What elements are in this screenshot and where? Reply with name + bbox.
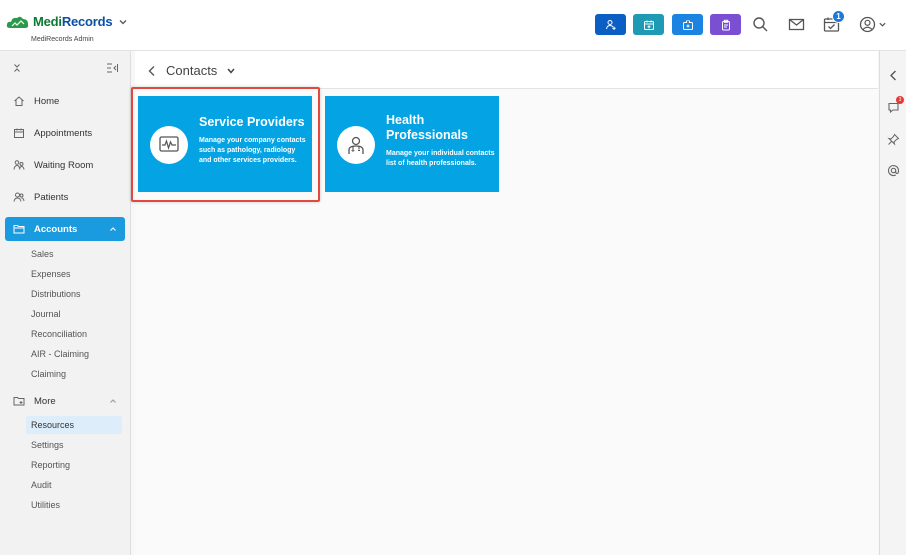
page-title: Contacts [166, 63, 218, 78]
breadcrumb: Contacts [135, 51, 878, 89]
card-icon-circle [337, 126, 375, 164]
user-account-icon [859, 16, 876, 32]
chevron-up-icon[interactable] [109, 225, 117, 233]
waiting-room-icon [12, 158, 26, 172]
monitor-pulse-icon [159, 136, 179, 152]
sidebar-toggle-icon[interactable] [106, 63, 119, 73]
nav-claiming[interactable]: Claiming [26, 365, 122, 383]
add-patient-icon [605, 19, 616, 30]
collapse-left-icon[interactable] [887, 69, 900, 82]
brand-name: MediRecords [33, 14, 113, 29]
clipboard-button[interactable] [710, 14, 741, 35]
nav-waiting-room[interactable]: Waiting Room [5, 153, 125, 177]
chevron-down-icon[interactable] [227, 68, 235, 74]
nav-label: Patients [34, 191, 69, 203]
nav-settings[interactable]: Settings [26, 436, 122, 454]
mail-icon [788, 18, 804, 30]
card-icon-circle [150, 126, 188, 164]
medical-kit-icon [682, 20, 693, 30]
search-button[interactable] [751, 15, 769, 33]
chevron-up-icon[interactable] [109, 397, 117, 405]
chat-badge: 3 [896, 96, 904, 104]
medical-kit-button[interactable] [672, 14, 703, 35]
chevron-down-icon [879, 22, 886, 27]
patients-icon [12, 190, 26, 204]
nav-audit[interactable]: Audit [26, 476, 122, 494]
nav-label: More [34, 395, 56, 407]
nav-utilities[interactable]: Utilities [26, 496, 122, 514]
chevron-down-icon[interactable] [118, 17, 128, 27]
card-title-line2: Professionals [386, 128, 468, 142]
cloud-logo-icon [6, 16, 29, 28]
nav-accounts[interactable]: Accounts [5, 217, 125, 241]
nav-distributions[interactable]: Distributions [26, 285, 122, 303]
nav-home[interactable]: Home [5, 89, 125, 113]
calendar-plus-icon [643, 20, 654, 30]
nav-appointments[interactable]: Appointments [5, 121, 125, 145]
health-professionals-card[interactable]: Health Professionals Manage your individ… [325, 96, 499, 192]
add-patient-button[interactable] [595, 14, 626, 35]
collapse-all-icon[interactable] [13, 63, 21, 73]
back-arrow-icon[interactable] [147, 65, 157, 77]
nav-patients[interactable]: Patients [5, 185, 125, 209]
card-description: Manage your company contacts such as pat… [199, 137, 306, 164]
at-icon[interactable] [887, 164, 900, 177]
nav-journal[interactable]: Journal [26, 305, 122, 323]
nav-label: Waiting Room [34, 159, 94, 171]
org-label: MediRecords Admin [31, 36, 94, 43]
card-title: Service Providers [199, 115, 305, 129]
nav-label: Appointments [34, 127, 93, 139]
nav-label: Home [34, 95, 60, 107]
search-icon [752, 16, 767, 31]
nav-resources[interactable]: Resources [26, 416, 122, 434]
nav-sales[interactable]: Sales [26, 245, 122, 263]
nav-reconciliation[interactable]: Reconciliation [26, 325, 122, 343]
calendar-icon [12, 126, 26, 140]
sidebar: Home Appointments Waiting Room Patients … [0, 51, 131, 555]
nav-air-claiming[interactable]: AIR - Claiming [26, 345, 122, 363]
main-content: Contacts Service Providers Manage your c… [135, 51, 878, 555]
nav-expenses[interactable]: Expenses [26, 265, 122, 283]
home-icon [12, 94, 26, 108]
service-providers-card[interactable]: Service Providers Manage your company co… [138, 96, 312, 192]
clipboard-icon [721, 19, 730, 30]
folder-plus-icon [12, 394, 26, 408]
right-rail: 3 [879, 51, 906, 555]
sidebar-toolbar [0, 61, 131, 77]
folder-icon [12, 222, 26, 236]
pin-icon[interactable] [887, 133, 900, 146]
user-menu-button[interactable] [858, 15, 888, 33]
top-header: MediRecords MediRecords Admin 1 [0, 0, 906, 51]
card-title-line1: Health [386, 113, 425, 127]
new-appointment-button[interactable] [633, 14, 664, 35]
nav-label: Accounts [34, 223, 78, 235]
brand-logo[interactable]: MediRecords [6, 14, 128, 29]
card-description: Manage your individual contacts list of … [386, 150, 495, 167]
nav-more[interactable]: More [5, 389, 125, 413]
nav-reporting[interactable]: Reporting [26, 456, 122, 474]
mail-button[interactable] [787, 15, 805, 33]
doctor-icon [348, 136, 364, 154]
notification-badge: 1 [832, 10, 845, 23]
